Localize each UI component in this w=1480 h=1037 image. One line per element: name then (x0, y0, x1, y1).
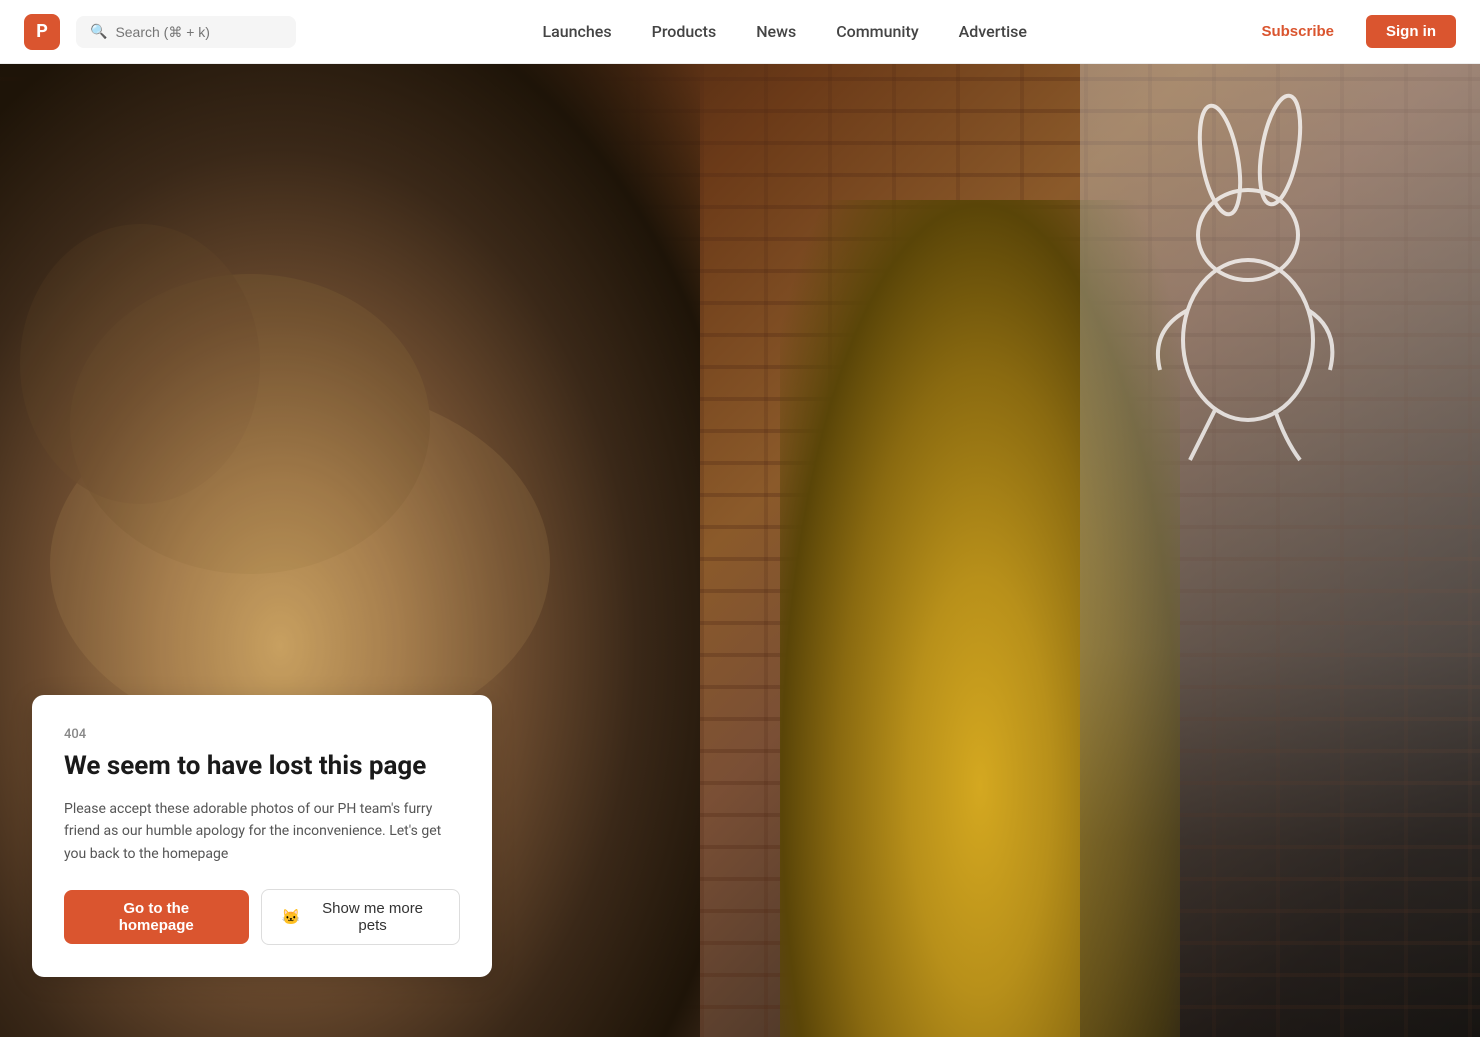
main-nav: Launches Products News Community Adverti… (328, 14, 1241, 49)
neon-art-svg (1120, 80, 1400, 480)
search-bar[interactable]: 🔍 (76, 16, 296, 48)
error-description: Please accept these adorable photos of o… (64, 798, 460, 865)
logo-letter: P (36, 21, 48, 42)
nav-item-advertise[interactable]: Advertise (943, 14, 1043, 49)
subscribe-button[interactable]: Subscribe (1241, 15, 1354, 48)
navbar-actions: Subscribe Sign in (1241, 15, 1456, 48)
signin-button[interactable]: Sign in (1366, 15, 1456, 48)
pets-emoji: 🐱 (282, 908, 301, 926)
logo[interactable]: P (24, 14, 60, 50)
nav-item-community[interactable]: Community (820, 14, 934, 49)
error-title: We seem to have lost this page (64, 750, 460, 784)
nav-item-products[interactable]: Products (636, 14, 733, 49)
nav-item-launches[interactable]: Launches (526, 14, 627, 49)
search-input[interactable] (115, 24, 282, 40)
nav-item-news[interactable]: News (740, 14, 812, 49)
error-code: 404 (64, 727, 460, 742)
error-actions: Go to the homepage 🐱 Show me more pets (64, 889, 460, 945)
show-more-pets-label: Show me more pets (306, 900, 439, 934)
search-icon: 🔍 (90, 24, 107, 40)
error-card: 404 We seem to have lost this page Pleas… (32, 695, 492, 977)
navbar: P 🔍 Launches Products News Community Adv… (0, 0, 1480, 64)
go-homepage-button[interactable]: Go to the homepage (64, 890, 249, 944)
show-more-pets-button[interactable]: 🐱 Show me more pets (261, 889, 461, 945)
